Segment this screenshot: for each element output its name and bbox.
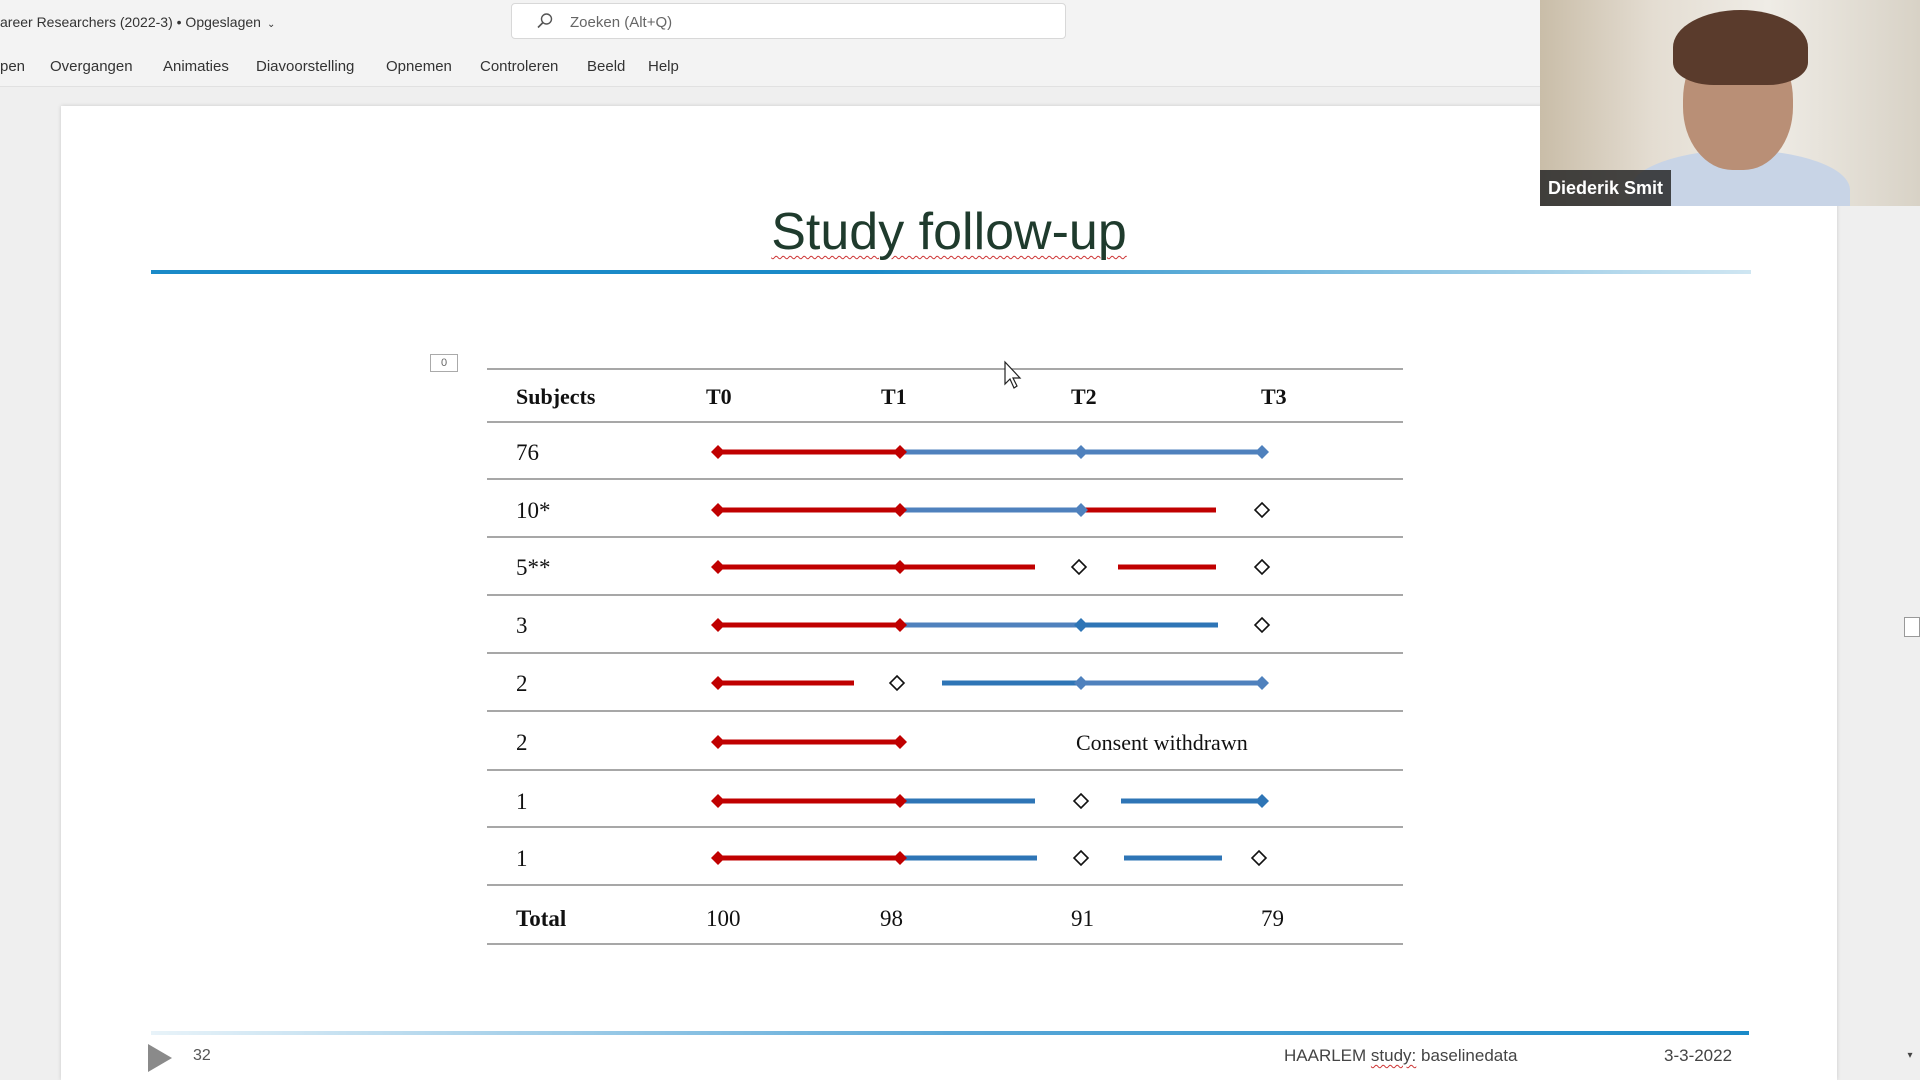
timeline-point xyxy=(1255,794,1269,808)
timeline-point xyxy=(893,794,907,808)
timeline-point xyxy=(1074,445,1088,459)
footer-title: HAARLEM study: baselinedata xyxy=(1284,1046,1517,1066)
timeline-point xyxy=(711,503,725,517)
timeline-point xyxy=(893,445,907,459)
table-header-cell: T2 xyxy=(1071,384,1097,409)
participant-name: Diederik Smit xyxy=(1540,170,1672,206)
scroll-handle[interactable] xyxy=(1904,617,1920,637)
timeline-point xyxy=(1074,503,1088,517)
table-header-cell: T3 xyxy=(1261,384,1287,409)
total-value: 100 xyxy=(706,906,741,931)
slide-number: 32 xyxy=(193,1047,211,1064)
missed-visit-marker xyxy=(1253,616,1271,634)
timeline-point xyxy=(711,735,725,749)
timeline-point xyxy=(893,735,907,749)
timeline-point xyxy=(1074,676,1088,690)
timeline-point xyxy=(893,851,907,865)
missed-visit-marker xyxy=(1250,849,1268,867)
table-header-cell: T1 xyxy=(881,384,907,409)
consent-withdrawn-note: Consent withdrawn xyxy=(1076,730,1248,755)
missed-visit-marker xyxy=(1072,849,1090,867)
table-row-label: 76 xyxy=(516,440,539,465)
table-header-cell: Subjects xyxy=(516,384,596,409)
scroll-down-icon[interactable]: ▾ xyxy=(1903,1049,1917,1063)
table-row-label: 10* xyxy=(516,498,551,523)
total-label: Total xyxy=(516,906,566,931)
timeline-point xyxy=(1074,618,1088,632)
timeline-point xyxy=(893,618,907,632)
timeline-point xyxy=(711,618,725,632)
missed-visit-marker xyxy=(1072,792,1090,810)
total-value: 79 xyxy=(1261,906,1284,931)
timeline-point xyxy=(711,445,725,459)
timeline-point xyxy=(1255,676,1269,690)
missed-visit-marker xyxy=(1070,558,1088,576)
table-header-cell: T0 xyxy=(706,384,732,409)
footer-title-word: HAARLEM xyxy=(1284,1046,1367,1065)
timeline-point xyxy=(711,794,725,808)
timeline-point xyxy=(893,503,907,517)
table-row-label: 1 xyxy=(516,846,528,871)
table-row-label: 3 xyxy=(516,613,528,638)
missed-visit-marker xyxy=(1253,501,1271,519)
table-row-label: 2 xyxy=(516,671,528,696)
timeline-point xyxy=(711,851,725,865)
timeline-point xyxy=(711,560,725,574)
missed-visit-marker xyxy=(888,674,906,692)
timeline-point xyxy=(711,676,725,690)
video-tile[interactable]: Diederik Smit xyxy=(1540,0,1920,206)
timeline-point xyxy=(1255,445,1269,459)
table-row-label: 2 xyxy=(516,730,528,755)
total-value: 98 xyxy=(880,906,903,931)
footer-title-rest: baselinedata xyxy=(1421,1046,1518,1065)
table-row-label: 5** xyxy=(516,555,551,580)
participant-hair xyxy=(1673,10,1808,85)
cursor-icon xyxy=(1004,360,1022,389)
missed-visit-marker xyxy=(1253,558,1271,576)
footer-date: 3-3-2022 xyxy=(1664,1046,1733,1065)
timeline-point xyxy=(893,560,907,574)
footer-title-study: study: xyxy=(1370,1046,1417,1065)
play-icon[interactable] xyxy=(148,1044,172,1072)
total-value: 91 xyxy=(1071,906,1094,931)
table-row-label: 1 xyxy=(516,789,528,814)
